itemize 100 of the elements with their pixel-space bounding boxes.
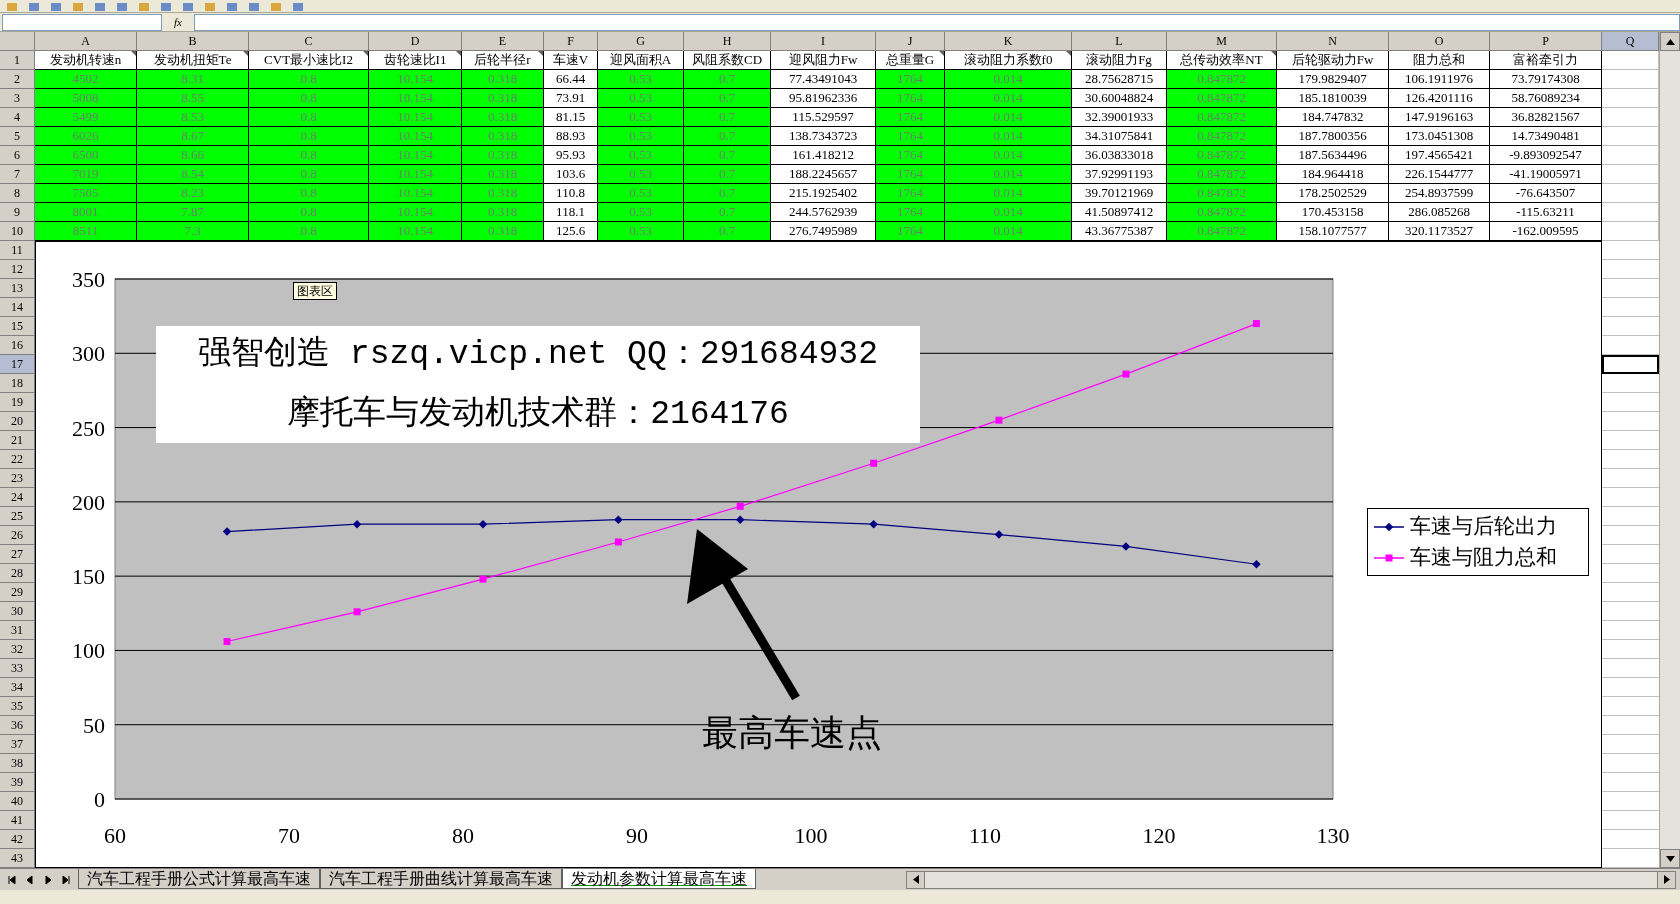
row-header[interactable]: 21 — [0, 431, 35, 450]
row-header[interactable]: 2 — [0, 70, 35, 89]
row-header[interactable]: 15 — [0, 317, 35, 336]
name-box[interactable] — [2, 13, 162, 31]
column-header[interactable]: F — [544, 32, 598, 51]
toolbar-icon[interactable] — [116, 3, 128, 12]
right-arrow-icon[interactable] — [60, 873, 72, 886]
row-header[interactable]: 19 — [0, 393, 35, 412]
column-header[interactable]: J — [876, 32, 945, 51]
row-header[interactable]: 6 — [0, 146, 35, 165]
column-header[interactable]: K — [945, 32, 1072, 51]
row-header[interactable]: 38 — [0, 754, 35, 773]
row-header[interactable]: 39 — [0, 773, 35, 792]
column-header[interactable]: M — [1167, 32, 1277, 51]
table-cell: 226.1544777 — [1389, 165, 1490, 184]
row-header[interactable]: 41 — [0, 811, 35, 830]
left-arrow-icon[interactable] — [912, 875, 919, 884]
chart-area[interactable]: 0 50 100 150 200 250 300 350 60 70 80 90 100 110 120 130 图表区 强智创造 rszq.vicp.net QQ：291684932 摩托车与发动机技术群：2164176 最高车速点 车速与后轮出力 车速与阻力总和 — [35, 241, 1602, 868]
column-header[interactable]: C — [249, 32, 369, 51]
row-header[interactable]: 4 — [0, 108, 35, 127]
column-header[interactable]: H — [684, 32, 771, 51]
select-all-corner[interactable] — [0, 32, 35, 51]
toolbar-icon[interactable] — [292, 3, 304, 12]
toolbar-icon[interactable] — [28, 3, 40, 12]
row-header[interactable]: 37 — [0, 735, 35, 754]
up-arrow-icon[interactable] — [1665, 38, 1675, 45]
row-header[interactable]: 13 — [0, 279, 35, 298]
column-header[interactable]: G — [598, 32, 684, 51]
row-header[interactable]: 42 — [0, 830, 35, 849]
row-header[interactable]: 1 — [0, 51, 35, 70]
column-header[interactable]: P — [1490, 32, 1602, 51]
row-header[interactable]: 22 — [0, 450, 35, 469]
column-header[interactable]: Q — [1602, 32, 1659, 51]
row-header[interactable]: 7 — [0, 165, 35, 184]
toolbar-icon[interactable] — [138, 3, 150, 12]
column-header[interactable]: D — [369, 32, 462, 51]
right-arrow-icon[interactable] — [42, 873, 54, 886]
toolbar-icon[interactable] — [270, 3, 282, 12]
column-header[interactable]: E — [462, 32, 544, 51]
table-cell: 10.154 — [369, 89, 462, 108]
table-cell: 14.73490481 — [1490, 127, 1602, 146]
row-header[interactable]: 17 — [0, 355, 35, 374]
toolbar-icon[interactable] — [160, 3, 172, 12]
left-arrow-icon[interactable] — [24, 873, 36, 886]
column-header[interactable]: A — [35, 32, 137, 51]
row-header[interactable]: 36 — [0, 716, 35, 735]
row-header[interactable]: 26 — [0, 526, 35, 545]
column-header[interactable]: I — [771, 32, 876, 51]
row-header[interactable]: 43 — [0, 849, 35, 868]
row-header[interactable]: 10 — [0, 222, 35, 241]
row-header[interactable]: 28 — [0, 564, 35, 583]
horizontal-scrollbar[interactable] — [906, 870, 1676, 889]
sheet-tab[interactable]: 汽车工程手册曲线计算最高车速 — [320, 869, 562, 889]
axis-tick-label: 70 — [278, 823, 300, 848]
column-header[interactable]: O — [1389, 32, 1490, 51]
down-arrow-icon[interactable] — [1665, 855, 1675, 862]
sheet-tab[interactable]: 汽车工程手册公式计算最高车速 — [78, 869, 320, 889]
table-cell: 0.847872 — [1167, 222, 1277, 241]
row-header[interactable]: 33 — [0, 659, 35, 678]
toolbar-icon[interactable] — [94, 3, 106, 12]
table-cell: 178.2502529 — [1277, 184, 1389, 203]
row-header[interactable]: 24 — [0, 488, 35, 507]
vertical-scrollbar[interactable] — [1659, 32, 1680, 868]
row-header[interactable]: 8 — [0, 184, 35, 203]
row-header[interactable]: 18 — [0, 374, 35, 393]
row-header[interactable]: 32 — [0, 640, 35, 659]
row-header[interactable]: 12 — [0, 260, 35, 279]
row-header[interactable]: 9 — [0, 203, 35, 222]
column-header[interactable]: L — [1072, 32, 1167, 51]
row-header[interactable]: 11 — [0, 241, 35, 260]
row-header[interactable]: 34 — [0, 678, 35, 697]
toolbar-icon[interactable] — [226, 3, 238, 12]
row-header[interactable]: 23 — [0, 469, 35, 488]
row-header[interactable]: 27 — [0, 545, 35, 564]
row-header[interactable]: 29 — [0, 583, 35, 602]
column-header[interactable]: N — [1277, 32, 1389, 51]
toolbar-icon[interactable] — [204, 3, 216, 12]
active-cell[interactable] — [1602, 355, 1659, 374]
right-arrow-icon[interactable] — [1663, 875, 1670, 884]
row-header[interactable]: 31 — [0, 621, 35, 640]
row-header[interactable]: 25 — [0, 507, 35, 526]
toolbar-icon[interactable] — [182, 3, 194, 12]
row-header[interactable]: 35 — [0, 697, 35, 716]
row-header[interactable]: 5 — [0, 127, 35, 146]
formula-field[interactable] — [194, 13, 1680, 31]
row-header[interactable]: 3 — [0, 89, 35, 108]
toolbar-icon[interactable] — [248, 3, 260, 12]
row-header[interactable]: 30 — [0, 602, 35, 621]
row-header[interactable]: 16 — [0, 336, 35, 355]
column-header[interactable]: B — [137, 32, 249, 51]
left-arrow-icon[interactable] — [6, 873, 18, 886]
row-header[interactable]: 20 — [0, 412, 35, 431]
row-header[interactable]: 40 — [0, 792, 35, 811]
table-cell: 1764 — [876, 89, 945, 108]
table-cell: 8.55 — [137, 89, 249, 108]
toolbar-icon[interactable] — [6, 3, 18, 12]
toolbar-icon[interactable] — [50, 3, 62, 12]
toolbar-icon[interactable] — [72, 3, 84, 12]
sheet-tab[interactable]: 发动机参数计算最高车速 — [562, 869, 756, 889]
row-header[interactable]: 14 — [0, 298, 35, 317]
